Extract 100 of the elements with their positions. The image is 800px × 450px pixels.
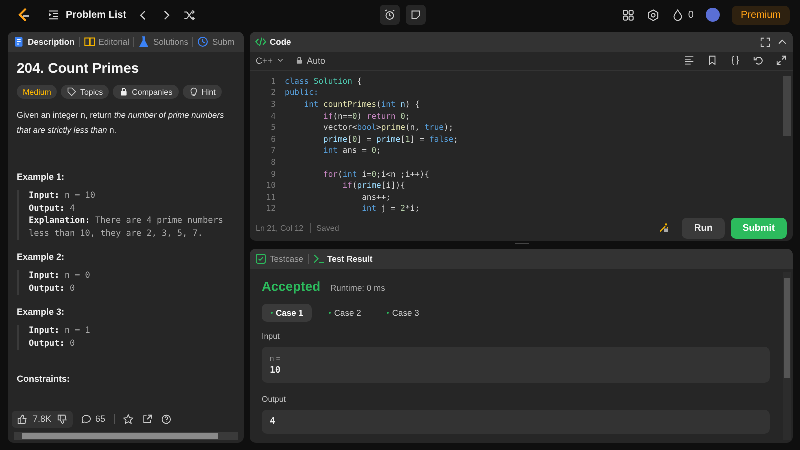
- example-heading: Example 3:: [17, 307, 66, 317]
- example-text: Input: n = 0: [29, 270, 92, 282]
- terminal-icon: [312, 253, 325, 265]
- example-heading: Example 2:: [17, 252, 66, 262]
- document-icon: [13, 36, 25, 48]
- run-button[interactable]: Run: [682, 218, 725, 238]
- flask-icon: [138, 36, 150, 48]
- bookmark-icon[interactable]: [707, 55, 718, 66]
- problem-statement: Given an integer n, return the number of prime numbers that are strictly less than n.: [17, 109, 226, 137]
- cursor-position: Ln 21, Col 12: [256, 224, 304, 232]
- panel-tab[interactable]: Testcase: [255, 253, 304, 265]
- list-icon: [48, 9, 60, 21]
- input-label: Input: [262, 332, 281, 341]
- horizontal-scrollbar[interactable]: [14, 432, 238, 440]
- alarm-clock-icon: [384, 9, 396, 21]
- lightbulb-icon: [188, 87, 199, 97]
- comments-button[interactable]: 65: [80, 414, 106, 424]
- clock-icon: [197, 36, 210, 48]
- problem-title: 204. Count Primes: [17, 60, 140, 76]
- lock-icon: [295, 56, 304, 66]
- line-number: 10: [265, 180, 276, 192]
- line-number: 9: [270, 168, 276, 180]
- tag-button[interactable]: Hint: [182, 85, 222, 99]
- panel-tab[interactable]: Test Result: [312, 253, 373, 265]
- language-select[interactable]: C++: [256, 56, 286, 66]
- tag-button[interactable]: Topics: [61, 85, 110, 99]
- case-tab[interactable]: Case 1: [262, 304, 312, 322]
- book-icon: [84, 36, 96, 48]
- code-line: vector<bool>prime(n, true);: [322, 122, 454, 134]
- code-line: if(prime[i]){: [342, 180, 406, 192]
- notes-button[interactable]: [406, 5, 426, 25]
- example-text: Input: n = 1: [29, 325, 92, 338]
- magic-wand-icon[interactable]: [658, 222, 670, 234]
- example-text: Output: 0: [29, 338, 76, 350]
- panel-tab[interactable]: Description: [13, 36, 75, 48]
- settings-icon[interactable]: [647, 8, 660, 22]
- code-line: ans++;: [361, 192, 391, 204]
- thumbs-up-icon[interactable]: [17, 414, 28, 424]
- tag-button[interactable]: Companies: [113, 85, 179, 99]
- panel-tab[interactable]: Subm: [197, 36, 235, 48]
- line-number: 8: [270, 157, 276, 169]
- panel-tab[interactable]: Solutions: [138, 36, 188, 48]
- undo-icon[interactable]: [753, 55, 764, 66]
- logo-icon: [16, 7, 32, 23]
- example-text: Explanation: There are 4 prime numbers less than 10, they are 2, 3, 5, 7.: [29, 215, 224, 240]
- expand-icon[interactable]: [776, 55, 787, 66]
- line-number: 3: [270, 99, 276, 111]
- panel-tab[interactable]: Editorial: [84, 36, 130, 48]
- braces-icon[interactable]: [730, 55, 741, 66]
- format-icon[interactable]: [684, 55, 695, 66]
- case-tab[interactable]: Case 3: [378, 304, 428, 322]
- shuffle-icon[interactable]: [182, 8, 196, 22]
- case-tab[interactable]: Case 2: [320, 304, 370, 322]
- problem-list-button[interactable]: Problem List: [48, 9, 127, 21]
- code-line: if(n==0) return 0;: [322, 110, 410, 122]
- code-icon: [255, 36, 267, 48]
- example-text: Output: 0: [29, 282, 76, 295]
- constraints-heading: Constraints:: [17, 374, 72, 384]
- note-icon: [410, 9, 422, 21]
- example-heading: Example 1:: [17, 172, 66, 182]
- checkbox-icon: [255, 253, 267, 265]
- code-line: int countPrimes(int n) {: [303, 99, 420, 111]
- code-line: for(int i=0;i<n ;i++){: [322, 168, 430, 180]
- share-icon[interactable]: [142, 414, 153, 424]
- auto-mode-toggle[interactable]: Auto: [295, 56, 326, 66]
- vertical-scrollbar[interactable]: [783, 272, 791, 440]
- fullscreen-icon[interactable]: [760, 36, 771, 48]
- output-label: Output: [262, 395, 288, 404]
- line-number: 5: [270, 122, 276, 134]
- grid-icon[interactable]: [622, 8, 636, 22]
- speech-bubble-icon: [80, 414, 92, 424]
- input-value: 10: [270, 366, 282, 376]
- premium-button[interactable]: Premium: [732, 6, 790, 24]
- code-line: class Solution {: [285, 76, 362, 88]
- code-line: int ans = 0;: [322, 145, 382, 158]
- like-count: 7.8K: [33, 414, 52, 424]
- output-value: 4: [270, 417, 276, 427]
- line-number: 4: [270, 110, 276, 122]
- runtime-text: Runtime: 0 ms: [330, 283, 386, 293]
- streak-counter[interactable]: 0: [672, 9, 694, 21]
- line-number: 6: [270, 134, 276, 146]
- avatar[interactable]: [706, 8, 720, 22]
- code-tab[interactable]: Code: [255, 36, 292, 48]
- code-line: public:: [285, 87, 319, 100]
- code-line: int j = 2*i;: [361, 203, 420, 215]
- star-icon[interactable]: [122, 414, 134, 424]
- lock-icon: [119, 87, 130, 97]
- tag-icon: [67, 87, 78, 97]
- line-number: 7: [270, 145, 276, 158]
- code-line: prime[0] = prime[1] = false;: [322, 134, 458, 146]
- verdict-text: Accepted: [262, 279, 321, 294]
- line-number: 1: [270, 76, 276, 88]
- save-status: Saved: [316, 224, 340, 232]
- thumbs-down-icon[interactable]: [56, 414, 68, 424]
- example-text: Input: n = 10: [29, 190, 97, 202]
- vote-buttons[interactable]: 7.8K: [12, 410, 73, 428]
- line-number: 2: [270, 87, 276, 100]
- timer-button[interactable]: [380, 5, 400, 25]
- help-icon[interactable]: [160, 414, 172, 424]
- line-number: 12: [265, 203, 276, 215]
